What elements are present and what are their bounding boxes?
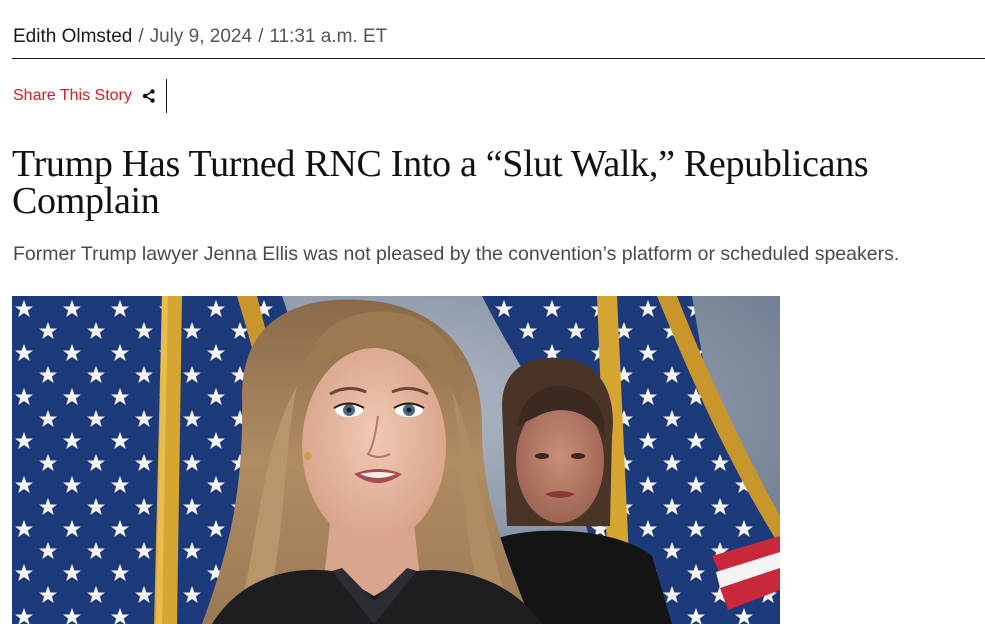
- article-headline: Trump Has Turned RNC Into a “Slut Walk,”…: [12, 143, 869, 222]
- share-divider: [165, 79, 167, 113]
- share-story-label[interactable]: Share This Story: [13, 87, 132, 105]
- hero-photo-illustration: [12, 296, 780, 624]
- byline-separator: /: [138, 26, 144, 47]
- hero-photo: [12, 296, 780, 624]
- share-icon[interactable]: [141, 88, 157, 104]
- publish-time: 11:31 a.m. ET: [269, 26, 388, 47]
- author-name[interactable]: Edith Olmsted: [13, 26, 132, 48]
- article-dek: Former Trump lawyer Jenna Ellis was not …: [13, 243, 900, 265]
- share-story-button[interactable]: Share This Story: [13, 79, 167, 113]
- publish-date: July 9, 2024: [149, 26, 253, 47]
- article-byline: Edith Olmsted / July 9, 2024 / 11:31 a.m…: [13, 24, 387, 50]
- byline-divider: [12, 58, 985, 59]
- byline-separator: /: [258, 26, 264, 47]
